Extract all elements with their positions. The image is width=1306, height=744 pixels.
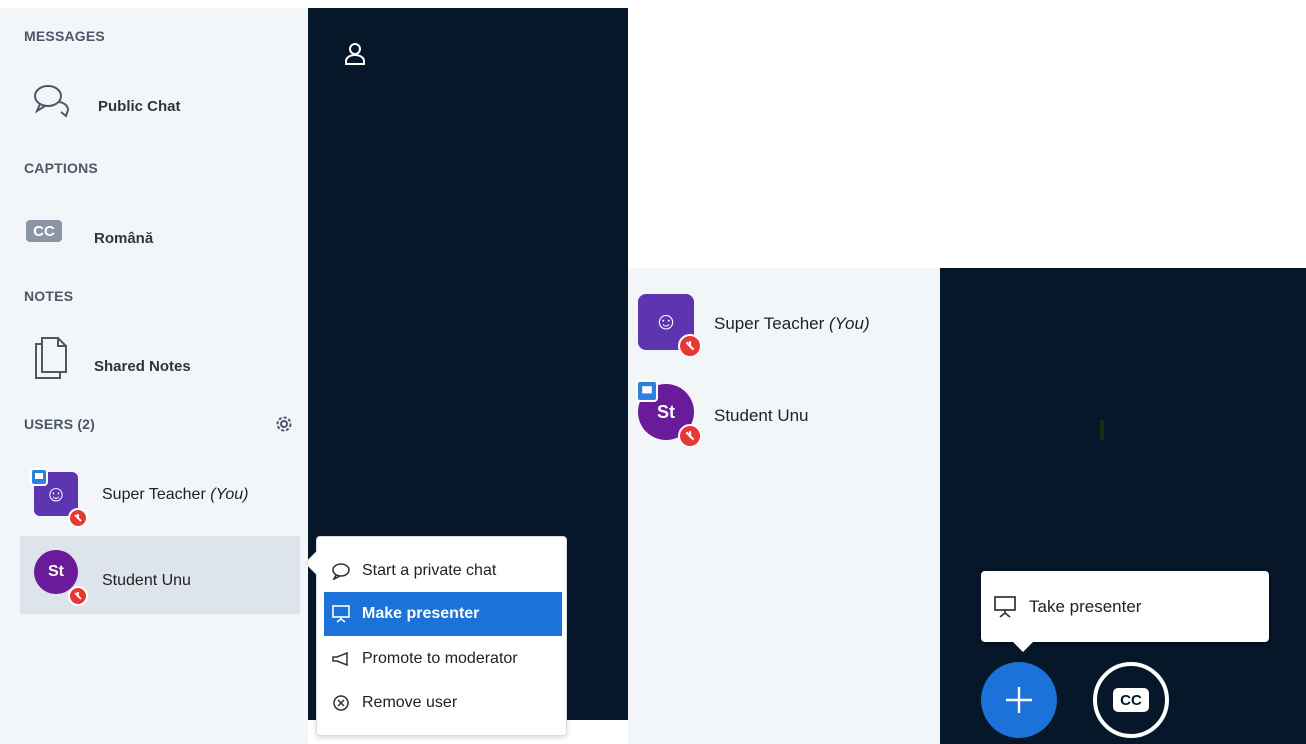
menu-item-label: Remove user (362, 694, 458, 711)
closed-captions-button[interactable]: CC (1093, 662, 1169, 738)
megaphone-icon (330, 648, 352, 670)
take-presenter-popup[interactable]: Take presenter (981, 571, 1269, 652)
muted-mic-icon (678, 334, 702, 358)
plus-icon (1006, 687, 1032, 713)
user-name-row: Super Teacher (You) (102, 486, 248, 504)
presenter-icon (30, 468, 48, 486)
user-list-item[interactable]: ☺ Super Teacher (You) (20, 460, 300, 532)
muted-mic-icon (678, 424, 702, 448)
user-context-menu: Start a private chat Make presenter Prom… (304, 536, 567, 736)
presenter-icon (636, 380, 658, 402)
you-suffix: (You) (829, 314, 870, 333)
shared-notes-label: Shared Notes (94, 358, 191, 375)
user-name: Super Teacher (714, 314, 825, 333)
actions-plus-button[interactable] (981, 662, 1057, 738)
cursor-mark (1100, 420, 1104, 440)
menu-item-label: Start a private chat (362, 562, 497, 579)
user-name: Student Unu (714, 406, 809, 425)
gear-icon[interactable] (274, 414, 294, 439)
user-name: Super Teacher (102, 486, 206, 503)
presentation-icon (330, 603, 352, 625)
user-list-item-selected[interactable]: St Student Unu (20, 536, 300, 614)
menu-item-label: Promote to moderator (362, 650, 518, 667)
you-suffix: (You) (210, 486, 249, 503)
avatar-text: ☺ (653, 308, 679, 335)
menu-item-label: Make presenter (362, 605, 480, 622)
users-section-title: USERS (2) (24, 416, 96, 432)
chat-bubble-icon (330, 560, 352, 582)
remove-circle-icon (330, 692, 352, 714)
captions-section-title: CAPTIONS (24, 160, 98, 176)
messages-section-title: MESSAGES (24, 28, 105, 44)
avatar-text: St (48, 563, 64, 580)
take-presenter-label: Take presenter (1029, 596, 1142, 616)
make-presenter-menu-item[interactable]: Make presenter (324, 592, 562, 636)
user-name-row: Super Teacher (You) (714, 314, 870, 334)
user-icon[interactable] (344, 42, 366, 71)
presentation-icon (993, 595, 1017, 618)
shared-notes-item[interactable]: Shared Notes (20, 334, 300, 386)
user-list-item[interactable]: ☺ Super Teacher (You) (628, 284, 940, 364)
start-private-chat-menu-item[interactable]: Start a private chat (324, 549, 562, 593)
user-name: Student Unu (102, 572, 191, 589)
document-icon (34, 336, 68, 385)
public-chat-label: Public Chat (98, 98, 181, 115)
user-list-item[interactable]: St Student Unu (628, 374, 940, 454)
notes-section-title: NOTES (24, 288, 74, 304)
public-chat-item[interactable]: Public Chat (20, 76, 300, 124)
promote-to-moderator-menu-item[interactable]: Promote to moderator (324, 637, 562, 681)
remove-user-menu-item[interactable]: Remove user (324, 681, 562, 725)
avatar-text: St (657, 401, 675, 422)
cc-icon: CC (26, 220, 62, 242)
avatar-text: ☺ (44, 481, 68, 506)
caption-language-label: Română (94, 230, 154, 247)
popup-tail (1011, 640, 1035, 652)
chat-icon (32, 82, 72, 123)
muted-mic-icon (68, 586, 88, 606)
cc-icon: CC (1113, 688, 1149, 712)
user-list-sidebar-right: ☺ Super Teacher (You) St Student Unu (628, 268, 940, 744)
caption-language-item[interactable]: CC Română (20, 210, 300, 254)
muted-mic-icon (68, 508, 88, 528)
user-list-sidebar: MESSAGES Public Chat CAPTIONS CC Română … (0, 8, 308, 744)
